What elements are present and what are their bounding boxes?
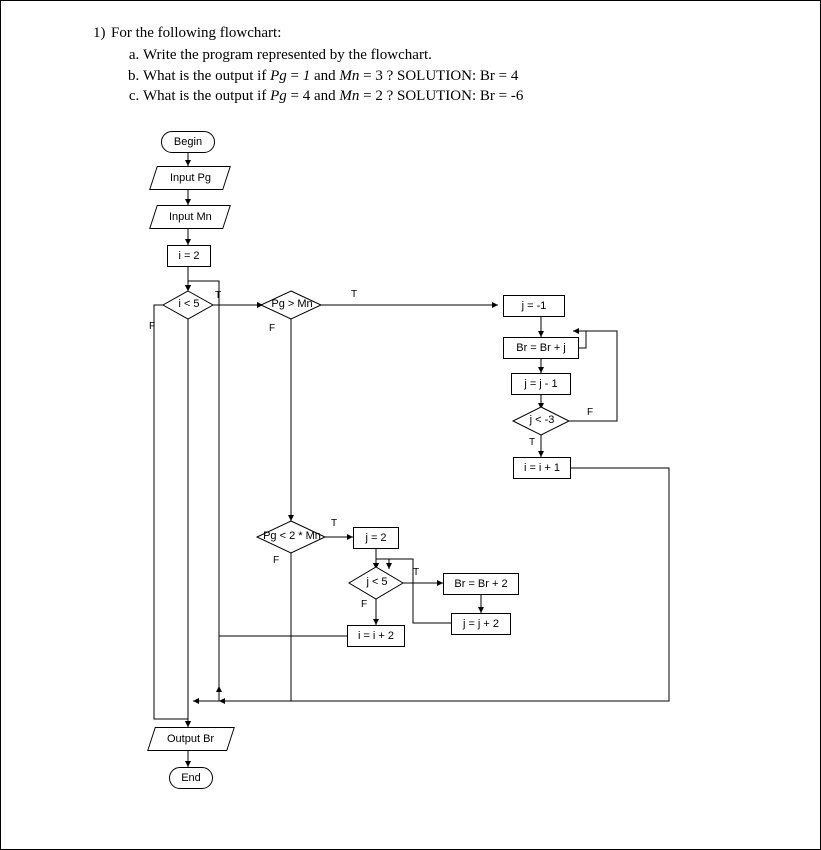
dec-jm3-shape — [1, 1, 821, 850]
input-pg: Input Pg — [149, 166, 231, 190]
dec-pg2mn: Pg < 2 * Mn — [257, 530, 327, 542]
part-a: Write the program represented by the flo… — [143, 45, 751, 65]
label-t1: T — [215, 290, 221, 301]
dec-pgmn: Pg > Mn — [267, 298, 317, 310]
part-b: What is the output if Pg = 1 and Mn = 3 … — [143, 66, 751, 86]
proc-i-init: i = 2 — [167, 245, 211, 267]
dec-jm3: j < -3 — [523, 414, 561, 426]
dec-i5: i < 5 — [174, 298, 204, 310]
proc-j-jm1: j = j - 1 — [511, 373, 571, 395]
label-t4: T — [331, 518, 337, 529]
label-f2: F — [269, 323, 275, 334]
proc-i-ip2: i = i + 2 — [347, 625, 405, 647]
question-parts: Write the program represented by the flo… — [125, 45, 751, 106]
label-f1: F — [149, 321, 155, 332]
dec-i5-shape — [1, 1, 821, 850]
label-f4: F — [273, 555, 279, 566]
label-t2: T — [351, 289, 357, 300]
dec-j5-shape — [1, 1, 821, 850]
proc-j-jp2: j = j + 2 — [451, 613, 511, 635]
question-number: 1) — [93, 23, 106, 43]
end-terminal: End — [169, 767, 213, 789]
label-f3: F — [587, 407, 593, 418]
proc-j2: j = 2 — [353, 527, 399, 549]
label-f5: F — [361, 599, 367, 610]
proc-br-brj: Br = Br + j — [503, 337, 579, 359]
dec-pg2mn-shape — [1, 1, 821, 850]
part-c: What is the output if Pg = 4 and Mn = 2 … — [143, 86, 751, 106]
proc-i-ip1: i = i + 1 — [513, 457, 571, 479]
question-stem: For the following flowchart: — [111, 25, 281, 41]
proc-j-neg1: j = -1 — [503, 295, 565, 317]
question-block: 1) For the following flowchart: Write th… — [111, 23, 751, 106]
proc-br-br2: Br = Br + 2 — [443, 573, 519, 595]
flowchart-edges — [1, 1, 821, 850]
label-t5: T — [413, 567, 419, 578]
input-mn: Input Mn — [149, 205, 231, 229]
label-t3: T — [529, 437, 535, 448]
begin-terminal: Begin — [161, 131, 215, 153]
page: 1) For the following flowchart: Write th… — [0, 0, 821, 850]
dec-j5: j < 5 — [361, 576, 393, 588]
output-br: Output Br — [147, 727, 235, 751]
dec-pgmn-shape — [1, 1, 821, 850]
